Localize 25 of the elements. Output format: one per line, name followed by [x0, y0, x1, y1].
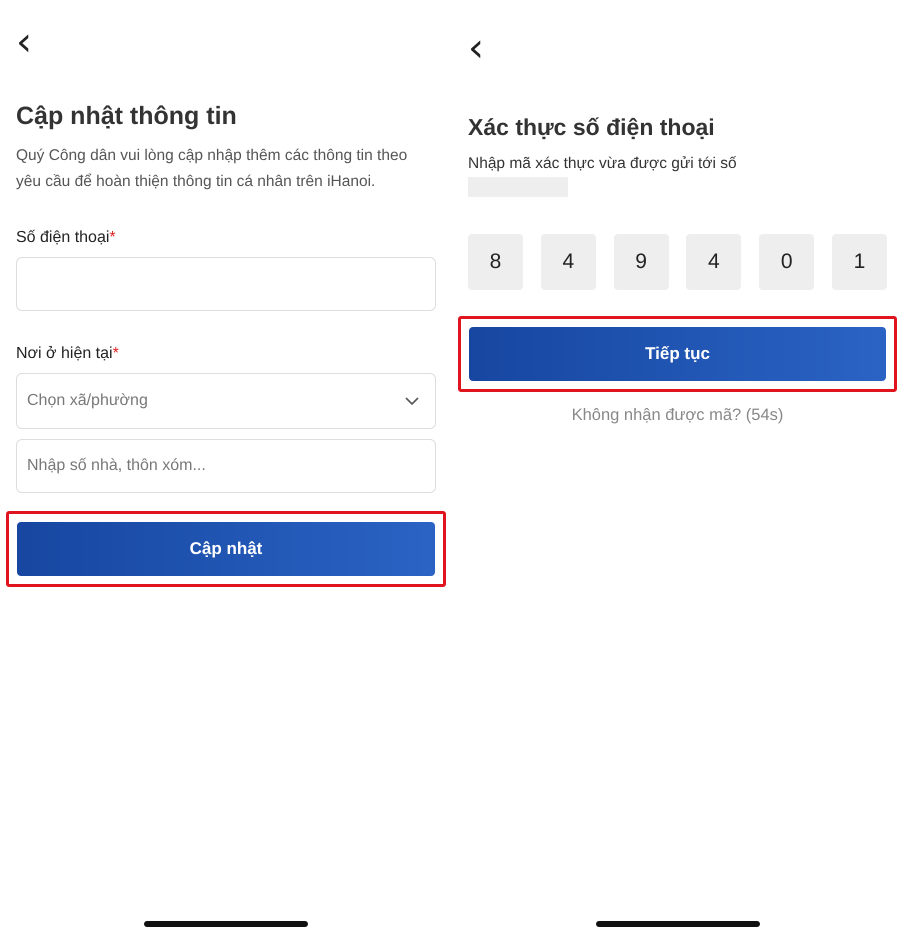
input-field[interactable]: Nhập số nhà, thôn xóm...	[16, 439, 436, 493]
home-indicator[interactable]	[144, 921, 308, 927]
input-field[interactable]	[16, 257, 436, 311]
code-digit-box[interactable]: 4	[540, 234, 596, 290]
screen-title: Xác thực số điện thoại	[468, 114, 716, 141]
description-text: Nhập mã xác thực vừa được gửi tới số	[468, 154, 738, 174]
ward-dropdown[interactable]: Chọn xã/phường	[16, 373, 436, 429]
code-digit-box[interactable]: 0	[759, 234, 814, 290]
code-digit-box[interactable]: 9	[614, 234, 669, 290]
submit-button[interactable]: Cập nhật	[17, 522, 435, 576]
code-digit-box[interactable]: 8	[468, 234, 523, 290]
field-label: Số điện thoại*	[16, 229, 117, 247]
back-button[interactable]: ‹	[16, 22, 38, 62]
field-label: Nơi ở hiện tại*	[16, 345, 120, 363]
code-digit-box[interactable]: 4	[686, 234, 742, 290]
home-indicator[interactable]	[596, 921, 760, 927]
submit-button[interactable]: Tiếp tục	[469, 327, 886, 381]
description-text: Quý Công dân vui lòng cập nhập thêm các thông tin theo yêu cầu để hoàn thiện thông tin cá nhân trên iHanoi.	[16, 146, 408, 192]
resend-code-link[interactable]: Không nhận được mã? (54s)	[468, 406, 887, 425]
back-button[interactable]: ‹	[468, 28, 490, 68]
required-mark: *	[109, 229, 116, 246]
chevron-down-icon	[405, 397, 419, 405]
screen-title: Cập nhật thông tin	[16, 102, 238, 131]
code-digit-box[interactable]: 1	[832, 234, 887, 290]
required-mark: *	[112, 345, 119, 362]
